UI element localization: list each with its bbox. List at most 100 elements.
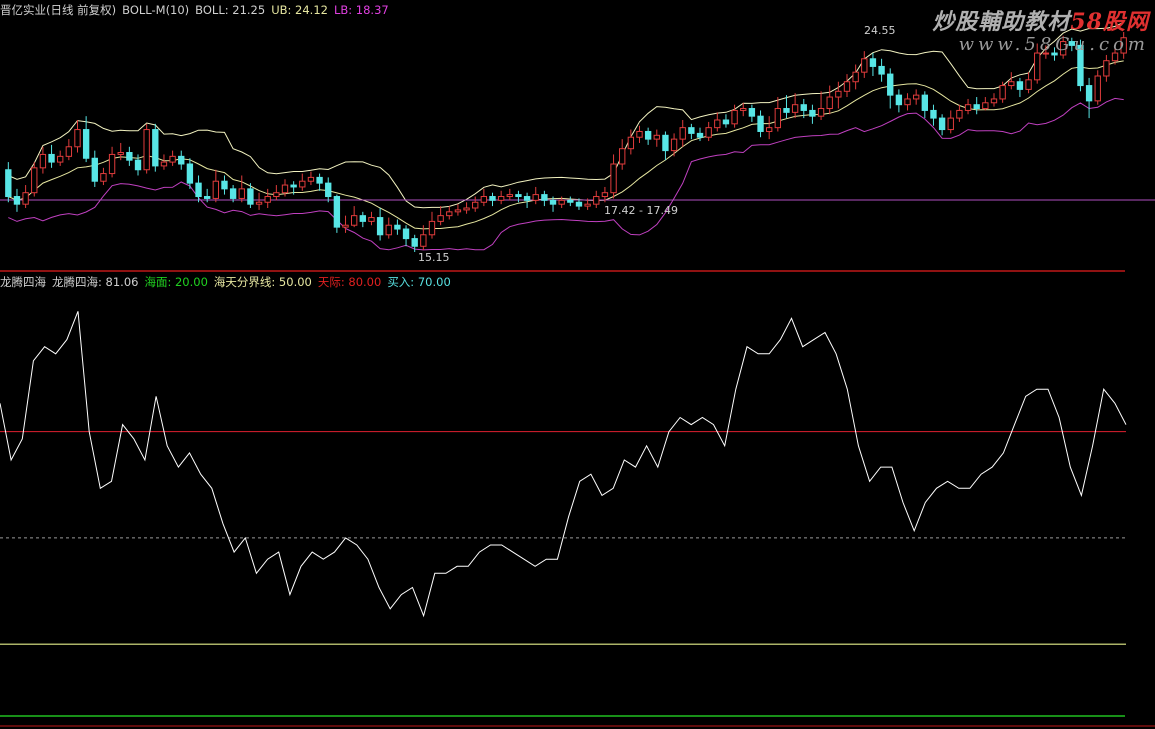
candle-body	[947, 117, 954, 131]
candle-body	[428, 220, 436, 236]
boll-mid-line	[8, 60, 1124, 230]
candle-body	[437, 215, 444, 222]
candle-body	[938, 117, 946, 131]
oscillator-line	[0, 311, 1127, 618]
candle-body	[91, 157, 98, 182]
candle-body	[212, 180, 220, 199]
candle-body	[463, 207, 470, 211]
candle-body	[895, 94, 903, 106]
candle-body	[152, 129, 159, 167]
candle-body	[809, 109, 816, 117]
candle-body	[748, 108, 756, 117]
candle-body	[229, 188, 237, 199]
candle-body	[964, 104, 972, 111]
haimian-value: 海面: 20.00	[144, 275, 208, 289]
candle-body	[506, 194, 513, 198]
candle-body	[904, 98, 911, 106]
ub-value: UB: 24.12	[271, 3, 328, 17]
candle-body	[601, 192, 609, 198]
candle-body	[333, 196, 341, 228]
candle-body	[575, 201, 583, 207]
candle-body	[22, 192, 29, 205]
candle-body	[411, 238, 418, 247]
watermark-prefix: 炒股輔助教材	[932, 9, 1071, 35]
candle-body	[402, 228, 410, 240]
candle-body	[100, 173, 107, 182]
candle-body	[670, 138, 678, 152]
oscillator-panel	[0, 311, 1127, 645]
candle-body	[307, 176, 315, 182]
candle-body	[65, 146, 73, 157]
candle-body	[57, 155, 64, 163]
boll-lower-line	[8, 97, 1124, 251]
boll-value: BOLL: 21.25	[195, 3, 266, 17]
candle-body	[783, 108, 790, 113]
candle-body	[627, 136, 635, 150]
candle-body	[679, 127, 686, 140]
candle-body	[420, 234, 427, 247]
candle-body	[696, 132, 704, 138]
candle-body	[843, 81, 851, 92]
candle-body	[376, 217, 384, 236]
oscillator-value: 龙腾四海: 81.06	[52, 275, 139, 289]
candle-body	[653, 134, 660, 140]
tianji-value: 天际: 80.00	[317, 275, 382, 289]
candle-body	[385, 224, 392, 236]
candle-body	[31, 167, 38, 194]
candle-body	[5, 169, 12, 198]
candle-body	[549, 199, 557, 205]
candle-body	[878, 65, 885, 75]
candle-body	[325, 182, 332, 198]
candle-body	[740, 108, 747, 111]
candle-body	[342, 224, 349, 228]
candle-body	[852, 71, 859, 83]
stock-chart[interactable]	[0, 0, 1155, 729]
candle-body	[264, 196, 271, 203]
candle-body	[826, 96, 833, 110]
candle-body	[610, 163, 617, 194]
candle-body	[567, 199, 574, 203]
candle-body	[869, 58, 877, 67]
candle-body	[593, 196, 600, 205]
candle-body	[930, 109, 937, 119]
candle-body	[644, 130, 652, 140]
range-annotation: 17.42 - 17.49	[604, 204, 678, 217]
stock-name[interactable]: 晋亿实业(日线 前复权)	[0, 3, 116, 17]
candle-body	[688, 127, 695, 134]
candle-body	[990, 98, 998, 104]
candle-body	[368, 217, 375, 222]
candle-body	[817, 108, 825, 117]
candle-body	[134, 159, 142, 171]
candle-body	[281, 184, 289, 194]
candle-body	[1094, 75, 1101, 102]
candle-body	[204, 196, 211, 199]
candle-body	[117, 152, 124, 155]
candle-body	[238, 188, 245, 199]
candle-body	[515, 194, 522, 198]
candle-body	[454, 209, 462, 213]
candle-body	[39, 153, 47, 169]
candle-body	[143, 129, 150, 171]
candle-body	[800, 104, 807, 111]
candle-body	[186, 163, 194, 184]
candle-body	[394, 224, 401, 230]
candle-body	[1008, 81, 1015, 87]
oscillator-name[interactable]: 龙腾四海	[0, 275, 46, 289]
candle-body	[255, 201, 263, 205]
candle-body	[887, 73, 894, 96]
candle-body	[350, 215, 358, 226]
candle-body	[13, 196, 21, 205]
mairu-value: 买入: 70.00	[387, 275, 451, 289]
candle-body	[541, 194, 548, 201]
candle-body	[956, 109, 963, 119]
candle-body	[982, 102, 989, 110]
indicator-name[interactable]: BOLL-M(10)	[122, 3, 189, 17]
candle-body	[446, 211, 453, 217]
candle-body	[973, 104, 980, 110]
candle-body	[126, 152, 133, 161]
candle-body	[774, 108, 782, 129]
candle-body	[731, 109, 738, 125]
candle-body	[705, 127, 712, 138]
candle-body	[221, 180, 228, 190]
price-panel-header: 晋亿实业(日线 前复权) BOLL-M(10) BOLL: 21.25 UB: 24.…	[0, 3, 395, 17]
